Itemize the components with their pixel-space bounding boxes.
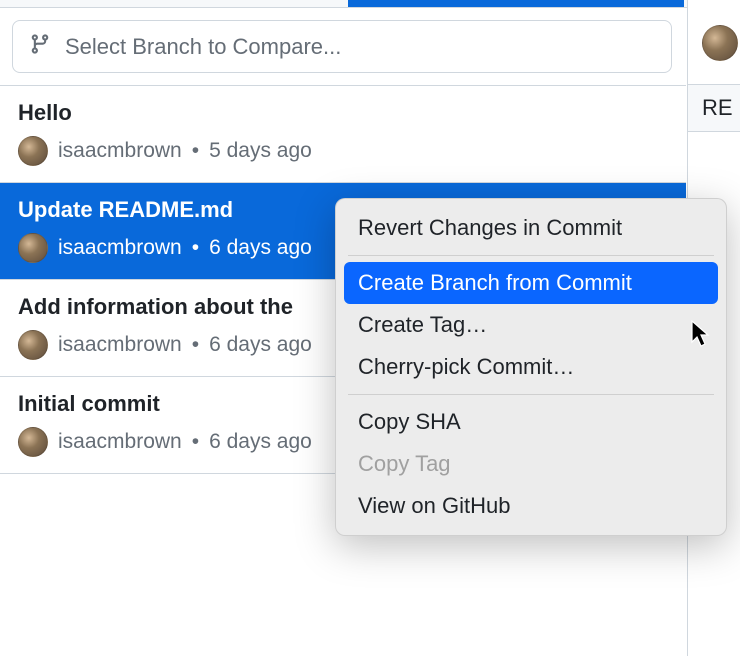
branch-compare-selector[interactable]: Select Branch to Compare... (12, 20, 672, 73)
commit-meta: isaacmbrown • 5 days ago (18, 136, 668, 166)
avatar (18, 233, 48, 263)
menu-divider (348, 255, 714, 256)
separator-dot: • (192, 333, 199, 357)
commit-time: 6 days ago (209, 430, 312, 454)
separator-dot: • (192, 236, 199, 260)
top-bar (0, 0, 740, 8)
commit-author: isaacmbrown (58, 430, 182, 454)
avatar (18, 330, 48, 360)
git-branch-icon (29, 33, 51, 60)
commit-time: 6 days ago (209, 236, 312, 260)
commit-title: Hello (18, 100, 668, 126)
commit-author: isaacmbrown (58, 333, 182, 357)
menu-item-view-github[interactable]: View on GitHub (344, 485, 718, 527)
menu-item-copy-tag: Copy Tag (344, 443, 718, 485)
commit-author: isaacmbrown (58, 236, 182, 260)
commit-time: 6 days ago (209, 333, 312, 357)
commit-time: 5 days ago (209, 139, 312, 163)
avatar (702, 25, 738, 61)
active-tab-indicator (348, 0, 684, 7)
menu-divider (348, 394, 714, 395)
menu-item-create-tag[interactable]: Create Tag… (344, 304, 718, 346)
separator-dot: • (192, 139, 199, 163)
commit-item[interactable]: Hello isaacmbrown • 5 days ago (0, 86, 686, 183)
commit-author: isaacmbrown (58, 139, 182, 163)
menu-item-copy-sha[interactable]: Copy SHA (344, 401, 718, 443)
context-menu: Revert Changes in Commit Create Branch f… (335, 198, 727, 536)
readme-label: RE (688, 84, 740, 132)
separator-dot: • (192, 430, 199, 454)
avatar (18, 427, 48, 457)
avatar (18, 136, 48, 166)
menu-item-cherry-pick[interactable]: Cherry-pick Commit… (344, 346, 718, 388)
menu-item-create-branch[interactable]: Create Branch from Commit (344, 262, 718, 304)
branch-placeholder: Select Branch to Compare... (65, 34, 341, 60)
menu-item-revert-changes[interactable]: Revert Changes in Commit (344, 207, 718, 249)
